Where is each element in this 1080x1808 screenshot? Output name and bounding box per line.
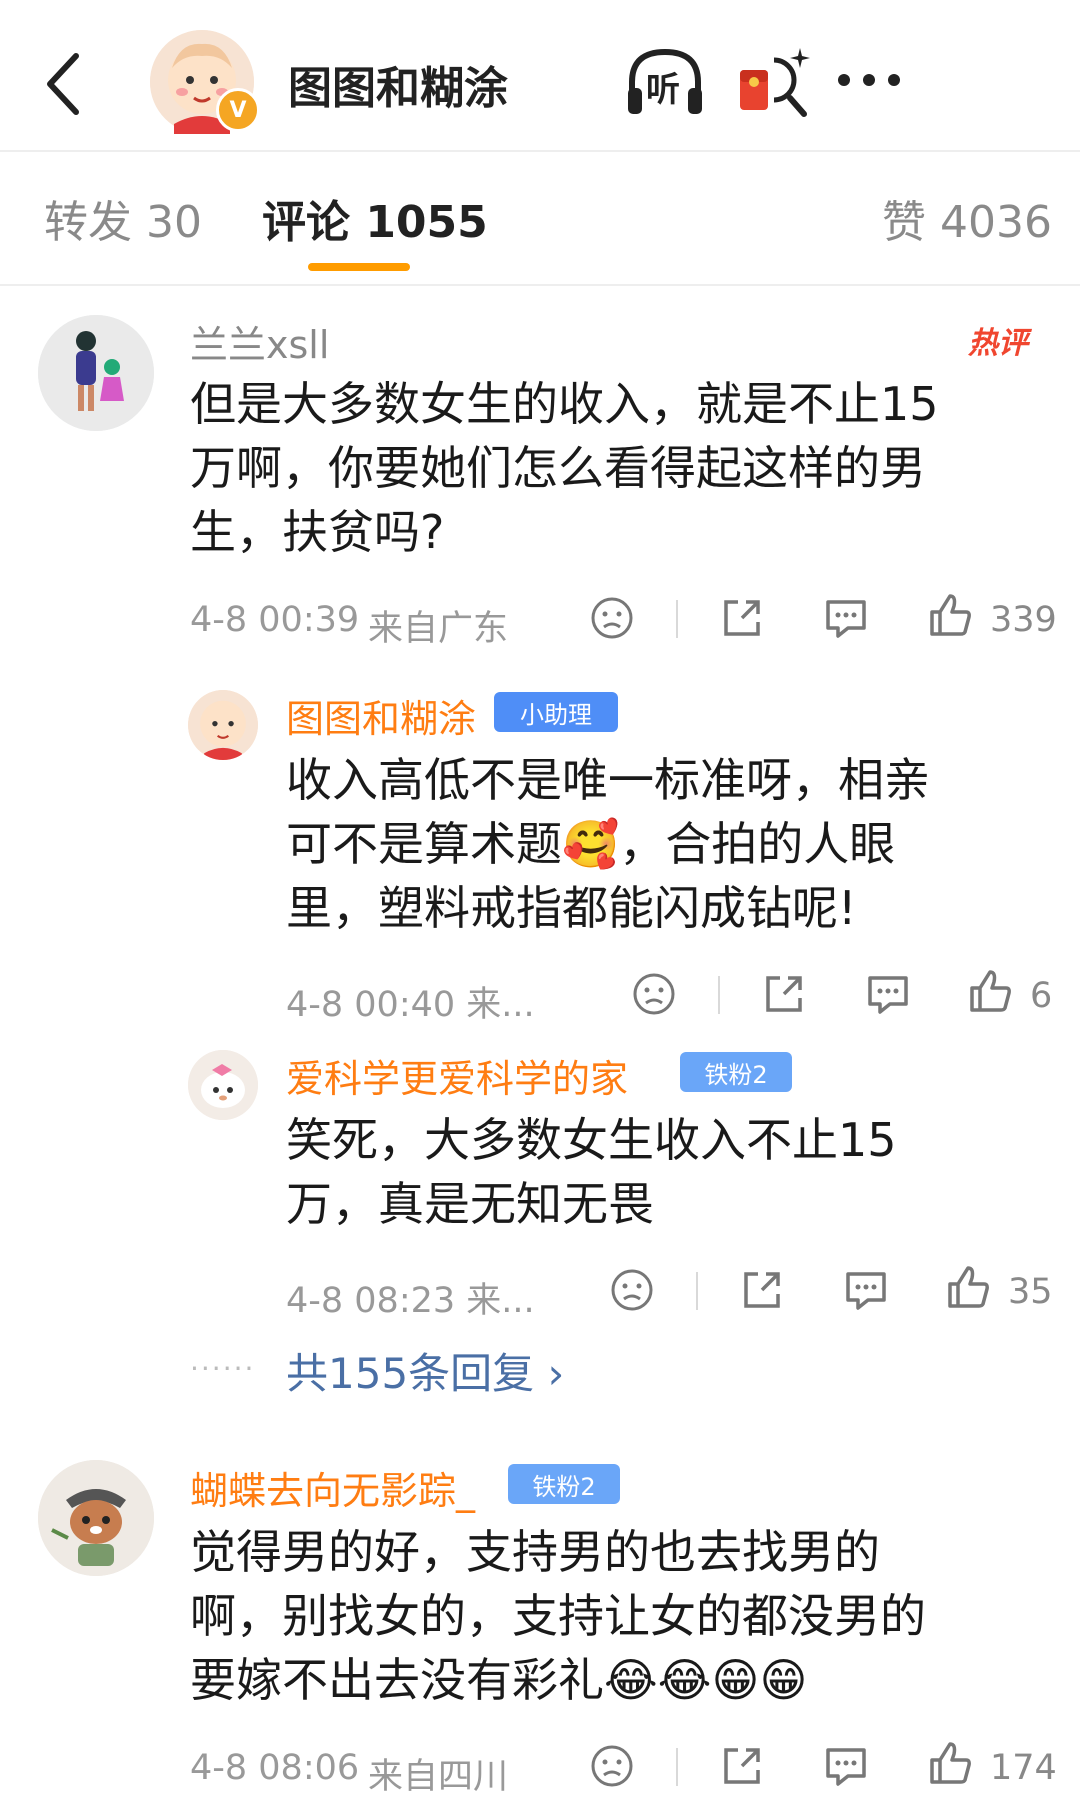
reply-text: 收入高低不是唯一标准呀，相亲 可不是算术题🥰，合拍的人眼 里，塑料戒指都能闪成钻… (286, 753, 930, 935)
account-name[interactable]: 图图和糊涂 (288, 52, 508, 116)
tab-likes[interactable]: 赞 4036 (882, 186, 1052, 250)
comment-icon (846, 1272, 886, 1310)
comment-icon (868, 976, 908, 1014)
like-count: 35 (1008, 1272, 1053, 1312)
reply-button[interactable] (842, 1266, 890, 1318)
comment-text: 觉得男的好，支持男的也去找男的 啊，别找女的，支持让女的都没男的 要嫁不出去没有… (190, 1525, 926, 1707)
cat-avatar-icon (188, 1050, 258, 1120)
like-button[interactable] (966, 968, 1014, 1020)
like-count: 339 (990, 600, 1057, 640)
account-avatar[interactable]: V (150, 30, 260, 134)
share-button[interactable] (738, 1266, 786, 1318)
tab-reposts[interactable]: 转发 30 (44, 186, 202, 250)
share-button[interactable] (718, 1742, 766, 1794)
action-separator (676, 600, 678, 638)
comment-time: 4-8 08:06 (190, 1748, 360, 1788)
dislike-button[interactable] (588, 1742, 636, 1794)
share-button[interactable] (718, 594, 766, 646)
header-divider (0, 150, 1080, 152)
fan-badge: 铁粉2 (680, 1052, 792, 1092)
reply-text: 笑死，大多数女生收入不止15 万，真是无知无畏 (286, 1113, 897, 1231)
reply-time: 4-8 00:40 来... (286, 985, 535, 1025)
red-packet-search-icon (740, 48, 810, 117)
dislike-icon (633, 973, 675, 1015)
tab-comments[interactable]: 评论 1055 (262, 186, 488, 250)
like-icon (948, 1266, 989, 1308)
comment-icon (826, 600, 866, 638)
share-button[interactable] (760, 970, 808, 1022)
like-button[interactable] (926, 592, 974, 644)
avatar[interactable] (188, 1050, 258, 1120)
like-button[interactable] (944, 1264, 992, 1316)
listen-button[interactable]: 听 (622, 40, 708, 126)
reply-time: 4-8 08:23 来... (286, 1281, 535, 1321)
reply-button[interactable] (822, 594, 870, 646)
action-separator (676, 1748, 678, 1786)
like-icon (930, 594, 971, 636)
comment-icon (826, 1748, 866, 1786)
active-tab-indicator (308, 263, 410, 271)
dislike-button[interactable] (608, 1266, 656, 1318)
back-arrow-icon (47, 53, 79, 115)
back-button[interactable] (36, 46, 96, 116)
more-icon (838, 74, 900, 86)
like-icon (970, 970, 1011, 1012)
assistant-badge: 小助理 (494, 692, 618, 732)
listen-label: 听 (646, 70, 680, 110)
dislike-button[interactable] (588, 594, 636, 646)
action-separator (718, 976, 720, 1014)
dislike-icon (591, 597, 633, 639)
hot-comment-badge: 热评 (968, 326, 1028, 361)
view-all-replies-link[interactable]: 共155条回复 › (286, 1340, 564, 1401)
comment-username[interactable]: 蝴蝶去向无影踪_ (190, 1460, 475, 1515)
fan-badge: 铁粉2 (508, 1464, 620, 1504)
dislike-button[interactable] (630, 970, 678, 1022)
dislike-icon (591, 1745, 633, 1787)
share-icon (724, 1748, 760, 1784)
reply-username[interactable]: 图图和糊涂 (286, 688, 476, 743)
avatar[interactable] (38, 1460, 154, 1576)
baby-avatar-icon (188, 690, 258, 760)
comment-location: 来自广东 (368, 609, 509, 649)
like-count: 174 (990, 1748, 1057, 1788)
comment-time: 4-8 00:39 (190, 600, 360, 640)
avatar[interactable] (38, 315, 154, 431)
reply-username[interactable]: 爱科学更爱科学的家 (286, 1048, 628, 1103)
reply-button[interactable] (864, 970, 912, 1022)
dislike-icon (611, 1269, 653, 1311)
comment-location: 来自四川 (368, 1757, 509, 1797)
more-button[interactable] (834, 60, 904, 100)
comment-text: 但是大多数女生的收入，就是不止15 万啊，你要她们怎么看得起这样的男 生，扶贫吗… (190, 377, 939, 559)
like-button[interactable] (926, 1740, 974, 1792)
share-icon (724, 600, 760, 636)
reply-button[interactable] (822, 1742, 870, 1794)
tabs-divider (0, 284, 1080, 286)
share-icon (744, 1272, 780, 1308)
share-icon (766, 976, 802, 1012)
avatar[interactable] (188, 690, 258, 760)
panda-avatar-icon (38, 1460, 154, 1576)
like-count: 6 (1030, 976, 1053, 1016)
red-packet-search-button[interactable] (730, 40, 816, 126)
comment-username[interactable]: 兰兰xsll (190, 314, 329, 369)
family-drawing-icon (38, 315, 154, 431)
reply-dots: ······ (190, 1352, 256, 1385)
verified-icon: V (216, 88, 260, 132)
action-separator (696, 1272, 698, 1310)
like-icon (930, 1742, 971, 1784)
